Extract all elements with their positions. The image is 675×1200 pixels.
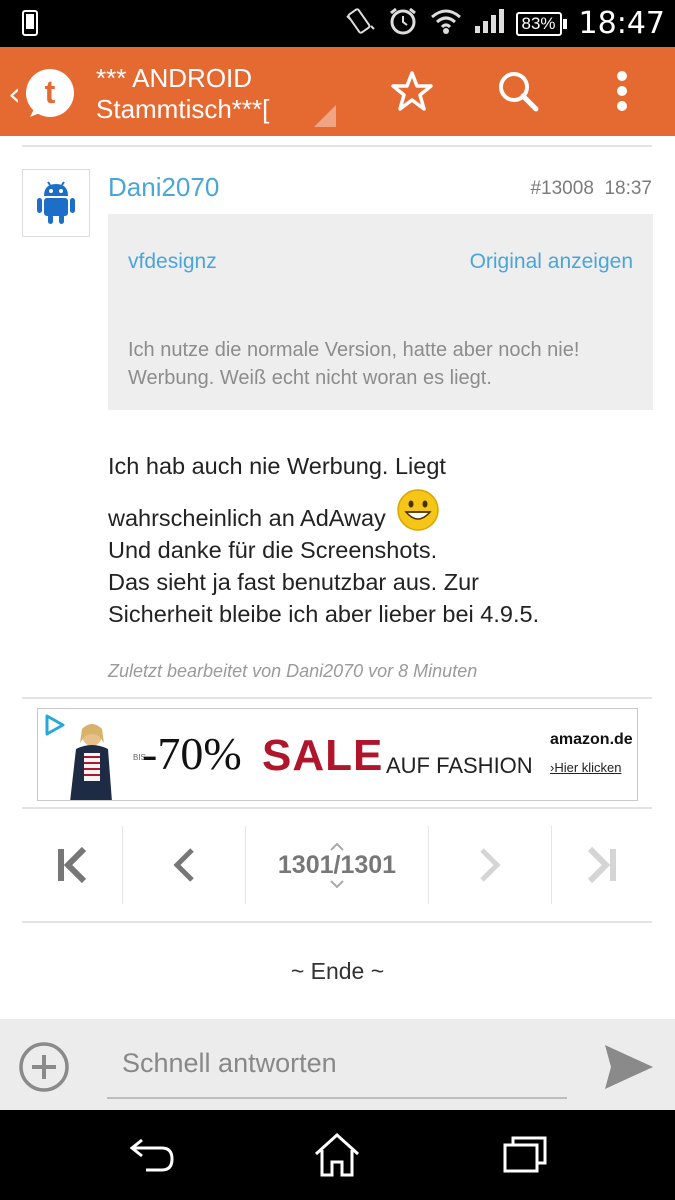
previous-page-button[interactable] [123,826,245,904]
status-bar: 83% 18:47 [0,0,675,47]
phone-icon [22,10,38,41]
post-line: Das sieht ja fast benutzbar aus. Zur [108,569,479,595]
page-count: 1301/1301 [277,850,397,879]
star-icon[interactable] [390,69,434,118]
quick-reply-bar: Schnell antworten [0,1019,675,1110]
quote-author[interactable]: vfdesignz [128,250,217,274]
thread-content: Dani2070 #13008 18:37 vfdesignz Original… [0,136,675,1019]
end-label: ~ Ende ~ [290,958,385,984]
quote-text: Ich nutze die normale Version, hatte abe… [128,339,580,389]
grinning-emoji-icon [396,488,440,532]
last-page-button[interactable] [552,826,652,904]
overflow-menu-icon[interactable] [606,69,638,118]
android-icon [37,181,75,224]
ad-discount: -70% [142,728,242,779]
post-line-with-emoji: wahrscheinlich an AdAway [108,488,648,534]
back-nav-icon[interactable] [126,1132,176,1181]
post-line: Ich hab auch nie Werbung. Liegt [108,453,446,479]
home-nav-icon[interactable] [312,1132,362,1183]
clock: 18:47 [578,6,665,41]
show-original-link[interactable]: Original anzeigen [470,250,633,274]
dropdown-indicator[interactable] [314,105,336,127]
recent-apps-icon[interactable] [500,1132,550,1181]
post-number: #13008 [530,178,594,199]
first-page-icon [58,847,87,883]
divider [22,807,652,809]
signal-icon [474,8,504,39]
chevron-up-icon [330,842,344,851]
pagination: 1301/1301 [0,826,675,904]
post-line: wahrscheinlich an AdAway [108,505,386,531]
tapatalk-logo[interactable]: t [24,67,76,124]
chevron-down-icon [330,879,344,888]
first-page-button[interactable] [22,826,122,904]
search-icon[interactable] [496,69,540,118]
action-bar: ‹ t *** ANDROID Stammtisch***[ [0,47,675,136]
post-line: Sicherheit bleibe ich aber lieber bei 4.… [108,601,540,627]
post-line: Und danke für die Screenshots. [108,537,438,563]
svg-text:t: t [45,74,56,110]
divider [22,921,652,923]
avatar[interactable] [22,169,90,237]
battery-icon: 83% [515,11,567,36]
post-body: Ich hab auch nie Werbung. Liegt wahrsche… [108,450,648,630]
quote-block: vfdesignz Original anzeigen Ich nutze di… [108,214,653,410]
ad-cta-link[interactable]: ›Hier klicken [550,760,622,775]
divider [22,145,652,147]
system-nav-bar [0,1110,675,1200]
model-figure [62,723,122,800]
chevron-left-icon [173,848,194,882]
send-icon[interactable] [603,1043,655,1096]
page-selector[interactable]: 1301/1301 [246,826,428,904]
edited-note: Zuletzt bearbeitet von Dani2070 vor 8 Mi… [108,661,478,681]
back-icon[interactable]: ‹ [8,75,21,113]
post-time: 18:37 [604,178,652,199]
chevron-right-icon [480,848,501,882]
battery-level: 83% [515,11,562,36]
vibrate-icon [344,6,376,41]
next-page-button[interactable] [429,826,551,904]
add-attachment-icon[interactable] [18,1041,70,1098]
ad-sale: SALE [262,731,384,780]
post-meta: #13008 18:37 [530,178,652,200]
quick-reply-input[interactable]: Schnell antworten [107,1037,567,1099]
ad-brand-logo: amazon.de [550,731,633,748]
thread-title[interactable]: *** ANDROID Stammtisch***[ [96,63,336,125]
ad-banner[interactable]: BIS -70% SALE AUF FASHION amazon.de ›Hie… [37,708,638,801]
divider [22,697,652,699]
last-page-icon [587,847,616,883]
post-author[interactable]: Dani2070 [108,172,219,203]
wifi-icon [430,7,462,40]
ad-subtitle: AUF FASHION [386,753,533,778]
alarm-icon [388,6,418,41]
